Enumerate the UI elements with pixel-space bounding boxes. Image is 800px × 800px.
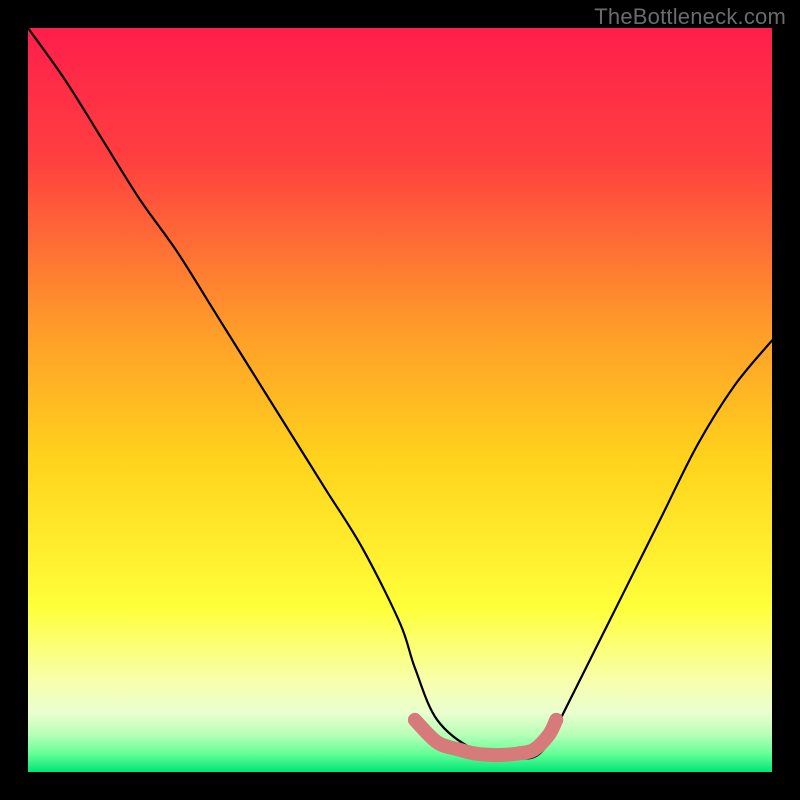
optimal-range-end-dot — [549, 713, 563, 727]
optimal-range-marker — [415, 720, 556, 755]
plot-area — [28, 28, 772, 772]
watermark-text: TheBottleneck.com — [594, 4, 786, 30]
bottleneck-curve — [28, 28, 772, 759]
chart-frame: TheBottleneck.com — [0, 0, 800, 800]
curve-layer — [28, 28, 772, 772]
